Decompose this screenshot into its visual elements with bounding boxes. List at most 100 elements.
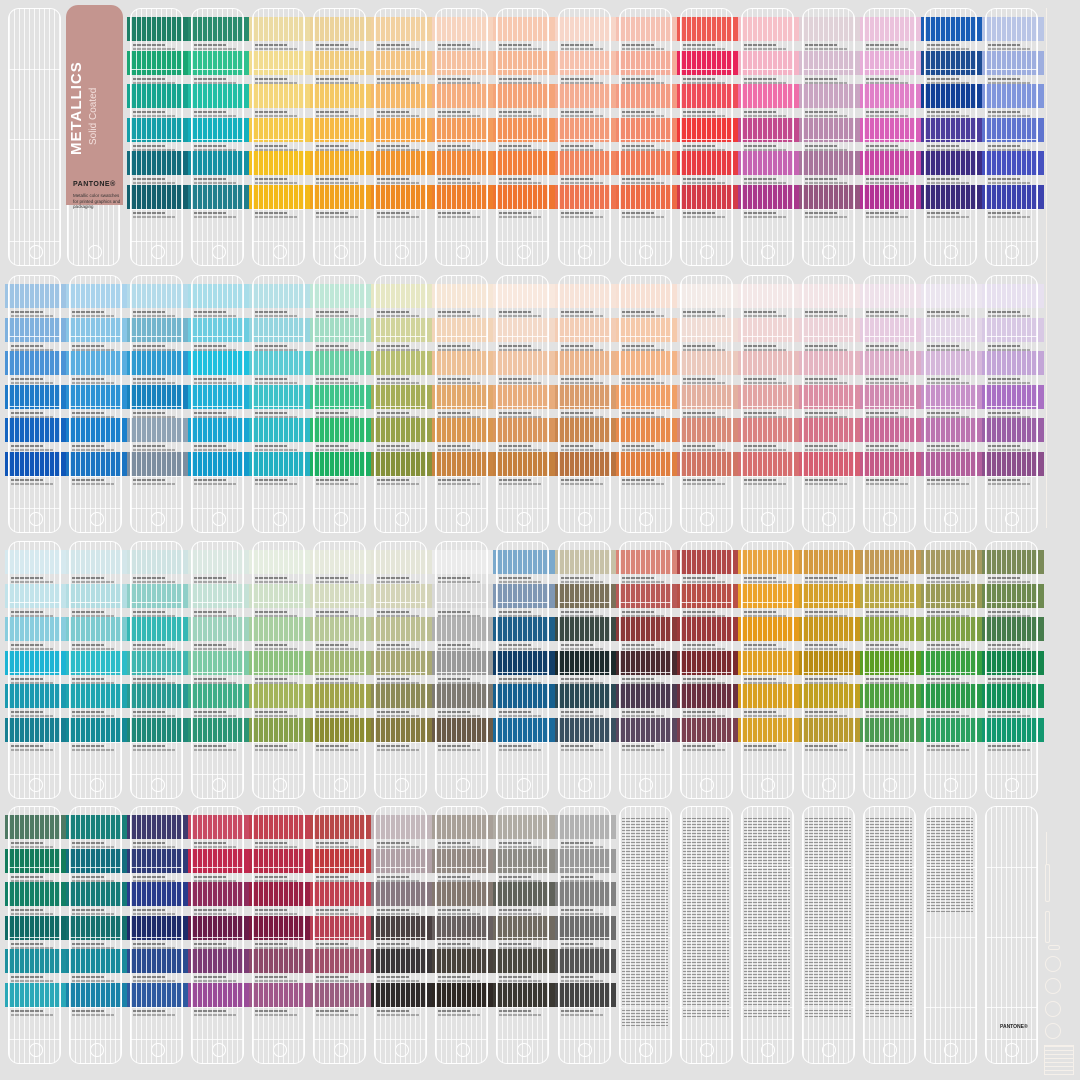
swatch-strip[interactable] [862,8,916,266]
rivet-hole-icon [211,1043,226,1057]
grid-line [741,406,793,407]
swatch-strip[interactable] [801,806,855,1064]
swatch-strip[interactable] [740,275,794,533]
rivet-hole-icon [516,512,531,526]
grid-line [924,336,976,337]
swatch-strip[interactable] [679,8,733,266]
swatch-strip[interactable] [252,541,306,799]
swatch-strip[interactable] [252,275,306,533]
swatch-strip[interactable] [130,541,184,799]
swatch-strip[interactable] [69,806,123,1064]
grid-line [375,1039,427,1040]
swatch-strip[interactable] [679,275,733,533]
grid-line [70,406,122,407]
grid-line [924,69,976,70]
swatch-strip[interactable] [252,8,306,266]
swatch-strip[interactable] [130,806,184,1064]
swatch-strip[interactable] [923,275,977,533]
grid-line [9,139,60,140]
swatch-strip[interactable] [191,275,245,533]
rivet-hole-icon [944,245,959,259]
swatch-strip[interactable] [557,8,611,266]
swatch-strip[interactable] [313,806,367,1064]
swatch-strip[interactable] [8,275,61,533]
grid-line [802,139,854,140]
rivet-hole-icon [761,778,776,792]
swatch-strip[interactable] [435,8,489,266]
swatch-strip[interactable] [496,541,550,799]
grid-line [192,774,244,775]
swatch-strip[interactable] [313,275,367,533]
swatch-strip[interactable] [435,541,489,799]
swatch-strip[interactable] [191,541,245,799]
swatch-strip[interactable] [557,541,611,799]
swatch-strip[interactable] [496,806,550,1064]
swatch-strip[interactable] [984,8,1038,266]
swatch-strip[interactable] [984,275,1038,533]
swatch-strip[interactable] [679,541,733,799]
grid-line [619,937,671,938]
swatch-strip[interactable] [313,541,367,799]
swatch-strip[interactable] [435,275,489,533]
swatch-strip[interactable] [801,541,855,799]
swatch-strip[interactable] [740,806,794,1064]
swatch-strip[interactable] [862,275,916,533]
grid-line [741,937,793,938]
grid-line [253,508,305,509]
swatch-strip[interactable] [923,541,977,799]
swatch-strip[interactable] [191,8,245,266]
swatch-strip[interactable] [8,8,61,266]
swatch-strip[interactable] [435,806,489,1064]
grid-line [802,69,854,70]
swatch-strip[interactable] [374,806,428,1064]
grid-line [375,1007,427,1008]
swatch-strip[interactable] [130,275,184,533]
grid-line [985,241,1037,242]
rivet-hole-icon [822,512,837,526]
swatch-strip[interactable] [862,541,916,799]
grid-line [436,774,488,775]
swatch-strip[interactable] [496,275,550,533]
swatch-strip[interactable] [618,275,672,533]
grid-line [253,867,305,868]
swatch-strip[interactable] [374,541,428,799]
swatch-strip[interactable] [191,806,245,1064]
swatch-strip[interactable] [923,806,977,1064]
swatch-strip[interactable] [69,541,123,799]
swatch-strip[interactable] [740,541,794,799]
grid-line [314,1007,366,1008]
swatch-strip[interactable] [557,806,611,1064]
swatch-strip[interactable] [374,275,428,533]
grid-line [741,241,793,242]
swatch-strip[interactable] [374,8,428,266]
swatch-strip[interactable] [8,806,61,1064]
swatch-strip[interactable] [313,8,367,266]
swatch-strip[interactable] [557,275,611,533]
grid-line [619,1007,671,1008]
swatch-strip[interactable] [618,806,672,1064]
metallics-cover[interactable]: METALLICS Solid Coated [66,5,123,205]
swatch-strip[interactable] [923,8,977,266]
swatch-strip[interactable] [8,541,61,799]
grid-line [680,241,732,242]
swatch-strip[interactable] [740,8,794,266]
swatch-strip[interactable] [801,8,855,266]
swatch-strip[interactable] [679,806,733,1064]
swatch-strip[interactable] [801,275,855,533]
grid-line [497,209,549,210]
swatch-strip[interactable] [252,806,306,1064]
grid-line [741,336,793,337]
swatch-strip[interactable] [862,806,916,1064]
swatch-strip[interactable] [984,541,1038,799]
grid-line [619,774,671,775]
swatch-strip[interactable] [618,8,672,266]
swatch-strip[interactable] [496,8,550,266]
grid-line [863,139,915,140]
swatch-strip[interactable] [130,8,184,266]
rivet-hole-icon [883,245,898,259]
swatch-strip[interactable] [69,275,123,533]
swatch-strip[interactable] [618,541,672,799]
rivet-hole-icon [578,1043,593,1057]
grid-line [131,476,183,477]
grid-line [253,139,305,140]
